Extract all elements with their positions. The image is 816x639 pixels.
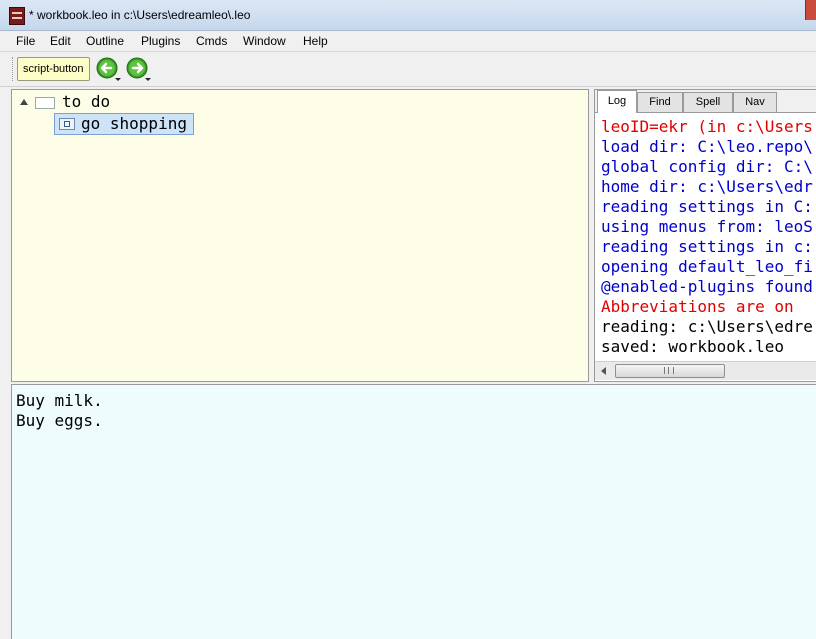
menu-edit[interactable]: Edit	[50, 34, 71, 48]
outline-node-go-shopping[interactable]: go shopping	[54, 113, 194, 135]
node-label: to do	[62, 92, 111, 111]
body-editor[interactable]: Buy milk. Buy eggs.	[11, 384, 816, 639]
window-title: * workbook.leo in c:\Users\edreamleo\.le…	[29, 8, 251, 22]
log-line: @enabled-plugins found	[601, 277, 813, 296]
collapse-triangle-icon[interactable]	[20, 99, 28, 105]
log-horizontal-scrollbar[interactable]	[595, 361, 816, 380]
node-icon	[35, 97, 55, 109]
menu-outline[interactable]: Outline	[86, 34, 124, 48]
tab-find[interactable]: Find	[637, 92, 683, 112]
tab-log[interactable]: Log	[597, 90, 637, 113]
node-label: go shopping	[81, 114, 187, 133]
menu-plugins[interactable]: Plugins	[141, 34, 180, 48]
log-line: reading settings in c:	[601, 237, 813, 256]
menu-bar: File Edit Outline Plugins Cmds Window He…	[0, 31, 816, 52]
log-line: Abbreviations are on	[601, 297, 794, 316]
toolbar-grip[interactable]	[12, 57, 16, 81]
body-line: Buy milk.	[16, 391, 103, 410]
log-line: home dir: c:\Users\edr	[601, 177, 813, 196]
body-line: Buy eggs.	[16, 411, 103, 430]
leo-app-icon[interactable]	[9, 7, 25, 25]
tab-nav[interactable]: Nav	[733, 92, 777, 112]
grip-icon	[664, 367, 674, 374]
outline-pane[interactable]: to do go shopping	[11, 89, 589, 382]
log-line: opening default_leo_fi	[601, 257, 813, 276]
log-line: global config dir: C:\	[601, 157, 813, 176]
scroll-left-icon[interactable]	[601, 367, 606, 375]
title-bar: * workbook.leo in c:\Users\edreamleo\.le…	[0, 0, 816, 31]
back-arrow-icon[interactable]	[96, 57, 122, 83]
log-line: load dir: C:\leo.repo\	[601, 137, 813, 156]
forward-arrow-icon[interactable]	[126, 57, 152, 83]
node-icon	[59, 118, 75, 130]
menu-cmds[interactable]: Cmds	[196, 34, 227, 48]
menu-help[interactable]: Help	[303, 34, 328, 48]
log-line: reading: c:\Users\edre	[601, 317, 813, 336]
log-line: using menus from: leoS	[601, 217, 813, 236]
log-line: leoID=ekr (in c:\Users	[601, 117, 813, 136]
menu-file[interactable]: File	[16, 34, 35, 48]
scroll-thumb[interactable]	[615, 364, 725, 378]
log-text[interactable]: leoID=ekr (in c:\Users load dir: C:\leo.r…	[595, 113, 816, 361]
tab-spell[interactable]: Spell	[683, 92, 733, 112]
close-window-button[interactable]	[805, 0, 816, 20]
log-pane: Log Find Spell Nav leoID=ekr (in c:\User…	[594, 89, 816, 382]
log-tabs: Log Find Spell Nav	[595, 90, 816, 113]
toolbar: script-button	[0, 52, 816, 87]
menu-window[interactable]: Window	[243, 34, 286, 48]
script-button[interactable]: script-button	[17, 57, 90, 81]
log-line: saved: workbook.leo	[601, 337, 785, 356]
outline-node-to-do[interactable]: to do	[12, 92, 582, 112]
log-line: reading settings in C:	[601, 197, 813, 216]
